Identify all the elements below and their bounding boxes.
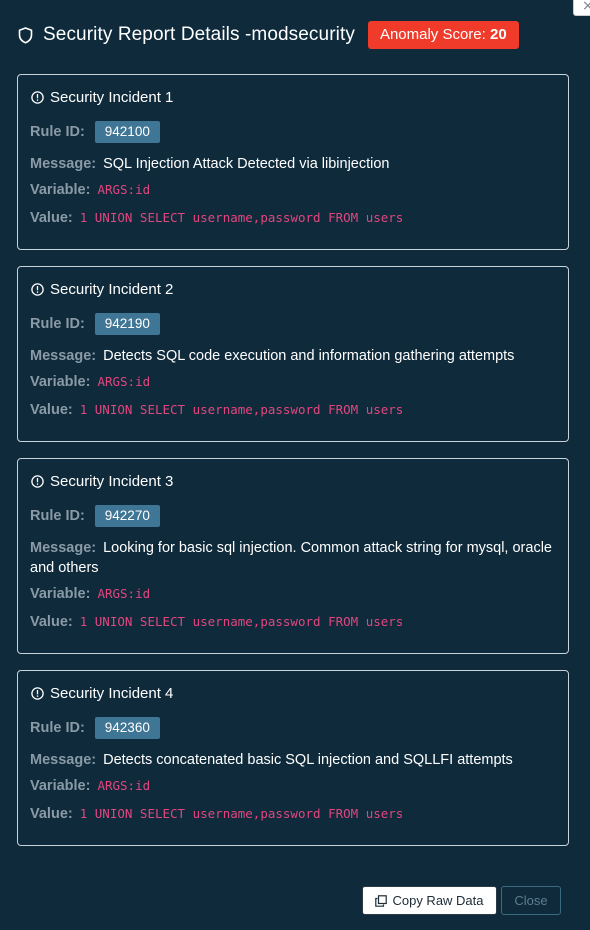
alert-circle-icon xyxy=(31,475,44,488)
alert-circle-icon xyxy=(31,283,44,296)
variable-value: ARGS:id xyxy=(97,778,151,793)
anomaly-score-badge: Anomaly Score: 20 xyxy=(367,21,519,49)
rule-id-badge: 942270 xyxy=(94,505,160,527)
rule-id-badge: 942100 xyxy=(94,121,160,143)
message-label: Message: xyxy=(30,348,97,364)
incident-card: Security Incident 2 Rule ID: 942190 Mess… xyxy=(17,266,569,442)
value-text: 1 UNION SELECT username,password FROM us… xyxy=(79,210,404,225)
variable-row: Variable: ARGS:id xyxy=(30,182,556,198)
rule-id-row: Rule ID: 942100 xyxy=(30,121,556,143)
message-text: Detects SQL code execution and informati… xyxy=(103,348,515,364)
value-label: Value: xyxy=(30,210,73,226)
incident-title-text: Security Incident 2 xyxy=(50,281,174,298)
incident-title: Security Incident 1 xyxy=(31,89,173,106)
copy-raw-data-label: Copy Raw Data xyxy=(392,893,484,908)
message-row: Message: SQL Injection Attack Detected vi… xyxy=(30,154,556,174)
shield-icon xyxy=(18,26,34,44)
alert-circle-icon xyxy=(31,687,44,700)
rule-id-label: Rule ID: xyxy=(30,508,85,524)
message-text: Looking for basic sql injection. Common … xyxy=(30,540,552,576)
value-label: Value: xyxy=(30,806,73,822)
incident-title-text: Security Incident 3 xyxy=(50,473,174,490)
rule-id-row: Rule ID: 942190 xyxy=(30,313,556,335)
variable-value: ARGS:id xyxy=(97,182,151,197)
incident-title-text: Security Incident 4 xyxy=(50,685,174,702)
anomaly-score-value: 20 xyxy=(490,26,507,43)
message-label: Message: xyxy=(30,752,97,768)
incident-title: Security Incident 3 xyxy=(31,473,173,490)
rule-id-badge: 942360 xyxy=(94,717,160,739)
incident-card: Security Incident 3 Rule ID: 942270 Mess… xyxy=(17,458,569,654)
rule-id-row: Rule ID: 942270 xyxy=(30,505,556,527)
value-row: Value: 1 UNION SELECT username,password … xyxy=(30,806,556,822)
incident-title-text: Security Incident 1 xyxy=(50,89,174,106)
variable-label: Variable: xyxy=(30,586,91,602)
value-row: Value: 1 UNION SELECT username,password … xyxy=(30,210,556,226)
rule-id-row: Rule ID: 942360 xyxy=(30,717,556,739)
rule-id-label: Rule ID: xyxy=(30,720,85,736)
rule-id-label: Rule ID: xyxy=(30,124,85,140)
copy-raw-data-button[interactable]: Copy Raw Data xyxy=(362,886,497,915)
value-label: Value: xyxy=(30,614,73,630)
rule-id-badge: 942190 xyxy=(94,313,160,335)
value-row: Value: 1 UNION SELECT username,password … xyxy=(30,402,556,418)
variable-label: Variable: xyxy=(30,778,91,794)
value-text: 1 UNION SELECT username,password FROM us… xyxy=(79,614,404,629)
close-icon[interactable]: × xyxy=(573,0,590,16)
value-label: Value: xyxy=(30,402,73,418)
alert-circle-icon xyxy=(31,91,44,104)
variable-row: Variable: ARGS:id xyxy=(30,778,556,794)
incident-card: Security Incident 4 Rule ID: 942360 Mess… xyxy=(17,670,569,846)
modal-header: Security Report Details -modsecurity Ano… xyxy=(18,20,519,50)
rule-id-label: Rule ID: xyxy=(30,316,85,332)
message-label: Message: xyxy=(30,540,97,556)
variable-label: Variable: xyxy=(30,182,91,198)
copy-icon xyxy=(375,894,388,907)
incident-title: Security Incident 2 xyxy=(31,281,173,298)
message-text: Detects concatenated basic SQL injection… xyxy=(103,752,513,768)
variable-row: Variable: ARGS:id xyxy=(30,374,556,390)
incident-card: Security Incident 1 Rule ID: 942100 Mess… xyxy=(17,74,569,250)
message-row: Message: Detects SQL code execution and i… xyxy=(30,346,556,366)
message-row: Message: Looking for basic sql injection.… xyxy=(30,538,556,578)
message-label: Message: xyxy=(30,156,97,172)
message-row: Message: Detects concatenated basic SQL i… xyxy=(30,750,556,770)
anomaly-score-label: Anomaly Score: xyxy=(379,26,486,43)
value-text: 1 UNION SELECT username,password FROM us… xyxy=(79,806,404,821)
variable-label: Variable: xyxy=(30,374,91,390)
modal-title: Security Report Details -modsecurity xyxy=(43,24,355,45)
variable-value: ARGS:id xyxy=(97,374,151,389)
close-button[interactable]: Close xyxy=(501,886,561,915)
variable-value: ARGS:id xyxy=(97,586,151,601)
value-text: 1 UNION SELECT username,password FROM us… xyxy=(79,402,404,417)
value-row: Value: 1 UNION SELECT username,password … xyxy=(30,614,556,630)
variable-row: Variable: ARGS:id xyxy=(30,586,556,602)
message-text: SQL Injection Attack Detected via libinj… xyxy=(103,156,390,172)
incident-title: Security Incident 4 xyxy=(31,685,173,702)
